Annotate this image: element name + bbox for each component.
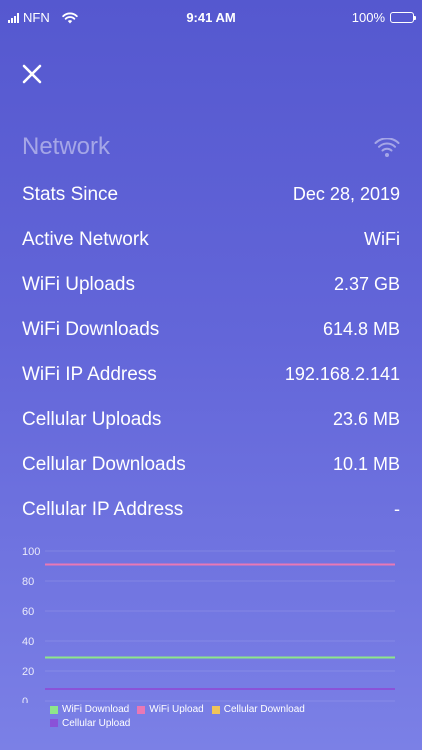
page-title: Network: [22, 133, 111, 160]
stat-value: 192.168.2.141: [284, 364, 400, 384]
legend-swatch: [50, 719, 58, 727]
stat-row-wifi-uploads: WiFi Uploads 2.37 GB: [22, 262, 400, 307]
status-bar-right: 100%: [351, 10, 416, 25]
stat-label: WiFi IP Address: [22, 363, 157, 385]
legend-item: WiFi Upload: [137, 703, 204, 716]
stat-row-active-network: Active Network WiFi: [22, 217, 400, 262]
y-tick-label: 20: [22, 666, 34, 678]
stat-label: Cellular Downloads: [22, 453, 186, 475]
stat-value: 614.8 MB: [322, 319, 400, 339]
legend-label: Cellular Download: [223, 704, 305, 715]
stat-row-wifi-downloads: WiFi Downloads 614.8 MB: [22, 307, 400, 352]
legend-label: WiFi Download: [62, 704, 130, 715]
stat-row-cellular-downloads: Cellular Downloads 10.1 MB: [22, 442, 400, 487]
stat-value: WiFi: [364, 229, 400, 249]
stat-value: 2.37 GB: [333, 274, 400, 294]
stat-label: WiFi Uploads: [22, 273, 135, 295]
legend-label: WiFi Upload: [149, 704, 204, 715]
battery-icon: [390, 12, 416, 23]
legend-item: Cellular Download: [211, 703, 305, 716]
stat-value: Dec 28, 2019: [292, 184, 400, 204]
stat-row-stats-since: Stats Since Dec 28, 2019: [22, 172, 400, 217]
stat-value: 10.1 MB: [332, 454, 400, 474]
legend-swatch: [50, 705, 58, 714]
y-tick-label: 0: [22, 696, 28, 703]
legend-label: Cellular Upload: [62, 717, 131, 729]
stat-row-wifi-ip-address: WiFi IP Address 192.168.2.141: [22, 352, 400, 397]
stat-label: WiFi Downloads: [22, 318, 160, 340]
stat-label: Active Network: [22, 228, 149, 250]
close-button[interactable]: [16, 58, 48, 90]
chart-legend: WiFi Download WiFi Upload Cellular Downloa…: [50, 703, 370, 730]
stat-label: Stats Since: [22, 183, 119, 205]
y-tick-label: 80: [22, 576, 34, 588]
stats-list: Stats Since Dec 28, 2019 Active Network …: [22, 172, 400, 532]
wifi-icon: [374, 138, 400, 157]
stat-row-cellular-uploads: Cellular Uploads 23.6 MB: [22, 397, 400, 442]
close-icon: [22, 64, 42, 84]
stat-label: Cellular Uploads: [22, 408, 162, 430]
y-tick-label: 60: [22, 606, 34, 618]
legend-swatch: [211, 705, 220, 714]
status-bar: NFN 9:41 AM 100%: [0, 0, 422, 34]
legend-item: WiFi Download: [50, 703, 129, 716]
battery-percent: 100%: [351, 10, 385, 25]
y-tick-label: 100: [22, 546, 40, 558]
legend-swatch: [137, 705, 146, 714]
legend-item: Cellular Upload: [50, 717, 130, 730]
stat-label: Cellular IP Address: [22, 498, 184, 520]
stat-value: 23.6 MB: [332, 409, 400, 429]
y-tick-label: 40: [22, 636, 34, 648]
usage-chart-svg: 100 80 60 40 20 0: [22, 546, 395, 708]
stat-row-cellular-ip-address: Cellular IP Address -: [22, 487, 400, 532]
stat-value: -: [394, 499, 400, 519]
